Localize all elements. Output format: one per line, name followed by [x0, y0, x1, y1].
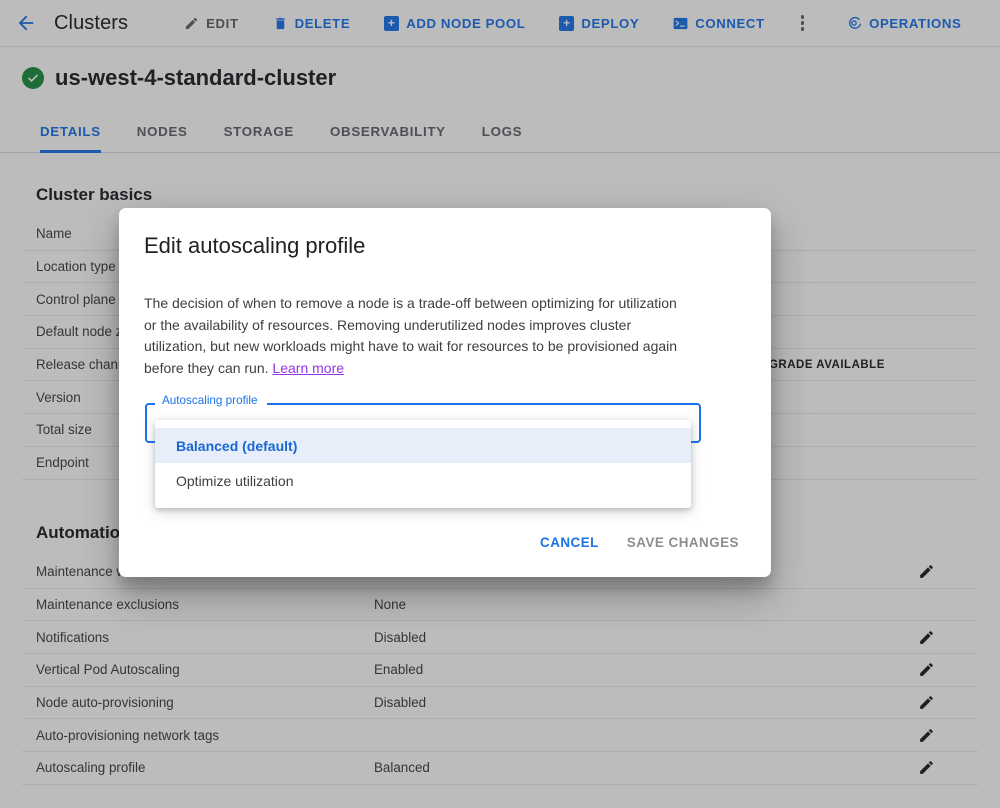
save-changes-button[interactable]: SAVE CHANGES: [613, 526, 753, 559]
learn-more-link[interactable]: Learn more: [272, 360, 344, 376]
dialog-body-text: The decision of when to remove a node is…: [144, 295, 678, 376]
app-root: Clusters EDIT DELETE + ADD NODE POOL + D…: [0, 0, 1000, 808]
select-label: Autoscaling profile: [162, 394, 258, 407]
edit-autoscaling-profile-dialog: Edit autoscaling profile The decision of…: [119, 208, 771, 577]
dialog-body: The decision of when to remove a node is…: [144, 293, 692, 379]
dialog-title: Edit autoscaling profile: [144, 233, 366, 258]
autoscaling-profile-dropdown-menu: Balanced (default) Optimize utilization: [155, 420, 691, 508]
option-optimize-utilization[interactable]: Optimize utilization: [155, 463, 691, 498]
dialog-actions: CANCEL SAVE CHANGES: [526, 526, 753, 559]
cancel-button[interactable]: CANCEL: [526, 526, 613, 559]
option-balanced-default[interactable]: Balanced (default): [155, 428, 691, 463]
